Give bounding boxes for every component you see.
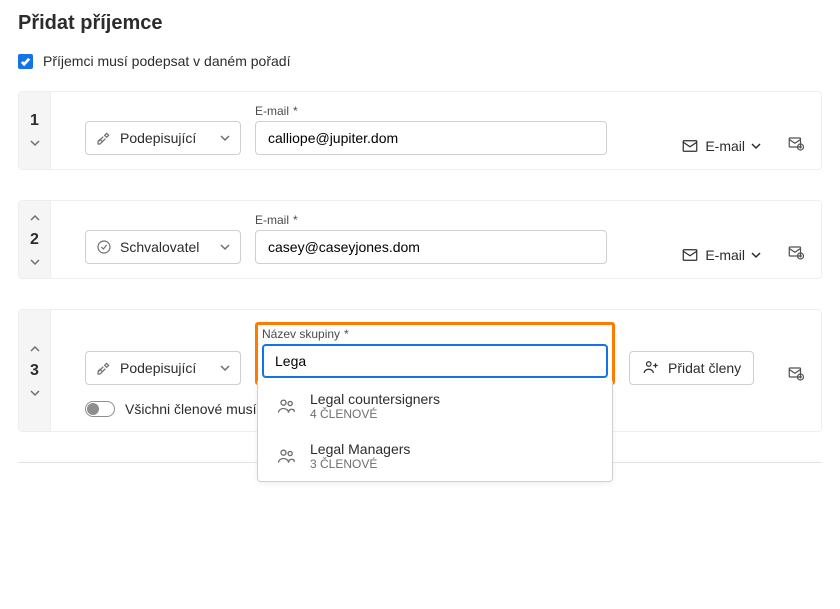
move-down-button[interactable] xyxy=(26,136,44,150)
role-label: Podepisující xyxy=(120,360,212,376)
page-title: Přidat příjemce xyxy=(18,12,822,35)
suggestion-name: Legal countersigners xyxy=(310,391,440,407)
add-members-button[interactable]: Přidat členy xyxy=(629,351,754,385)
toggle-label: Všichni členové musí m xyxy=(125,401,272,417)
group-suggestion-item[interactable]: Legal countersigners 4 ČLENOVÉ xyxy=(258,381,612,431)
sign-order-label: Příjemci musí podepsat v daném pořadí xyxy=(43,53,290,69)
add-members-label: Přidat členy xyxy=(668,360,741,376)
order-number: 2 xyxy=(30,231,39,249)
private-message-button[interactable] xyxy=(785,242,807,264)
group-icon xyxy=(276,396,296,416)
order-column: 2 xyxy=(19,201,51,278)
suggestion-meta: 4 ČLENOVÉ xyxy=(310,407,440,421)
move-up-button[interactable] xyxy=(26,211,44,225)
add-members-icon xyxy=(642,358,660,379)
envelope-icon xyxy=(681,246,699,264)
group-icon xyxy=(276,446,296,466)
signer-icon xyxy=(96,360,112,376)
order-column: 1 xyxy=(19,92,51,169)
suggestion-name: Legal Managers xyxy=(310,441,410,457)
email-field-label: E-mail * xyxy=(255,104,607,118)
role-label: Schvalovatel xyxy=(120,239,212,255)
role-label: Podepisující xyxy=(120,130,212,146)
signer-icon xyxy=(96,130,112,146)
group-highlight: Název skupiny * Legal countersigners 4 Č… xyxy=(255,322,615,385)
delivery-method-select[interactable]: E-mail xyxy=(681,137,761,155)
email-field-label: E-mail * xyxy=(255,213,607,227)
delivery-label: E-mail xyxy=(705,247,745,263)
delivery-label: E-mail xyxy=(705,138,745,154)
chevron-down-icon xyxy=(220,239,230,255)
chevron-down-icon xyxy=(751,247,761,263)
group-field-label: Název skupiny * xyxy=(262,327,608,341)
email-input[interactable] xyxy=(255,230,607,264)
group-name-input[interactable] xyxy=(262,344,608,378)
delivery-method-select[interactable]: E-mail xyxy=(681,246,761,264)
role-select[interactable]: Podepisující xyxy=(85,351,241,385)
email-input[interactable] xyxy=(255,121,607,155)
envelope-icon xyxy=(681,137,699,155)
role-select[interactable]: Podepisující xyxy=(85,121,241,155)
move-up-button[interactable] xyxy=(26,342,44,356)
role-select[interactable]: Schvalovatel xyxy=(85,230,241,264)
move-down-button[interactable] xyxy=(26,255,44,269)
approver-icon xyxy=(96,239,112,255)
chevron-down-icon xyxy=(220,360,230,376)
sign-order-checkbox[interactable] xyxy=(18,54,33,69)
move-down-button[interactable] xyxy=(26,386,44,400)
recipient-card: 2 Schvalovatel E-mail * xyxy=(18,200,822,279)
suggestion-meta: 3 ČLENOVÉ xyxy=(310,457,410,471)
sign-order-row: Příjemci musí podepsat v daném pořadí xyxy=(18,53,822,69)
group-suggestions-dropdown: Legal countersigners 4 ČLENOVÉ Legal Man… xyxy=(257,381,613,482)
chevron-down-icon xyxy=(751,138,761,154)
private-message-button[interactable] xyxy=(785,363,807,385)
all-members-sign-toggle[interactable] xyxy=(85,401,115,417)
order-column: 3 xyxy=(19,310,51,431)
chevron-down-icon xyxy=(220,130,230,146)
recipient-card: 1 Podepisující E-mail * xyxy=(18,91,822,170)
private-message-button[interactable] xyxy=(785,133,807,155)
order-number: 1 xyxy=(30,112,39,130)
group-suggestion-item[interactable]: Legal Managers 3 ČLENOVÉ xyxy=(258,431,612,481)
recipient-card: 3 Podepisující Název skupiny * xyxy=(18,309,822,432)
order-number: 3 xyxy=(30,362,39,380)
